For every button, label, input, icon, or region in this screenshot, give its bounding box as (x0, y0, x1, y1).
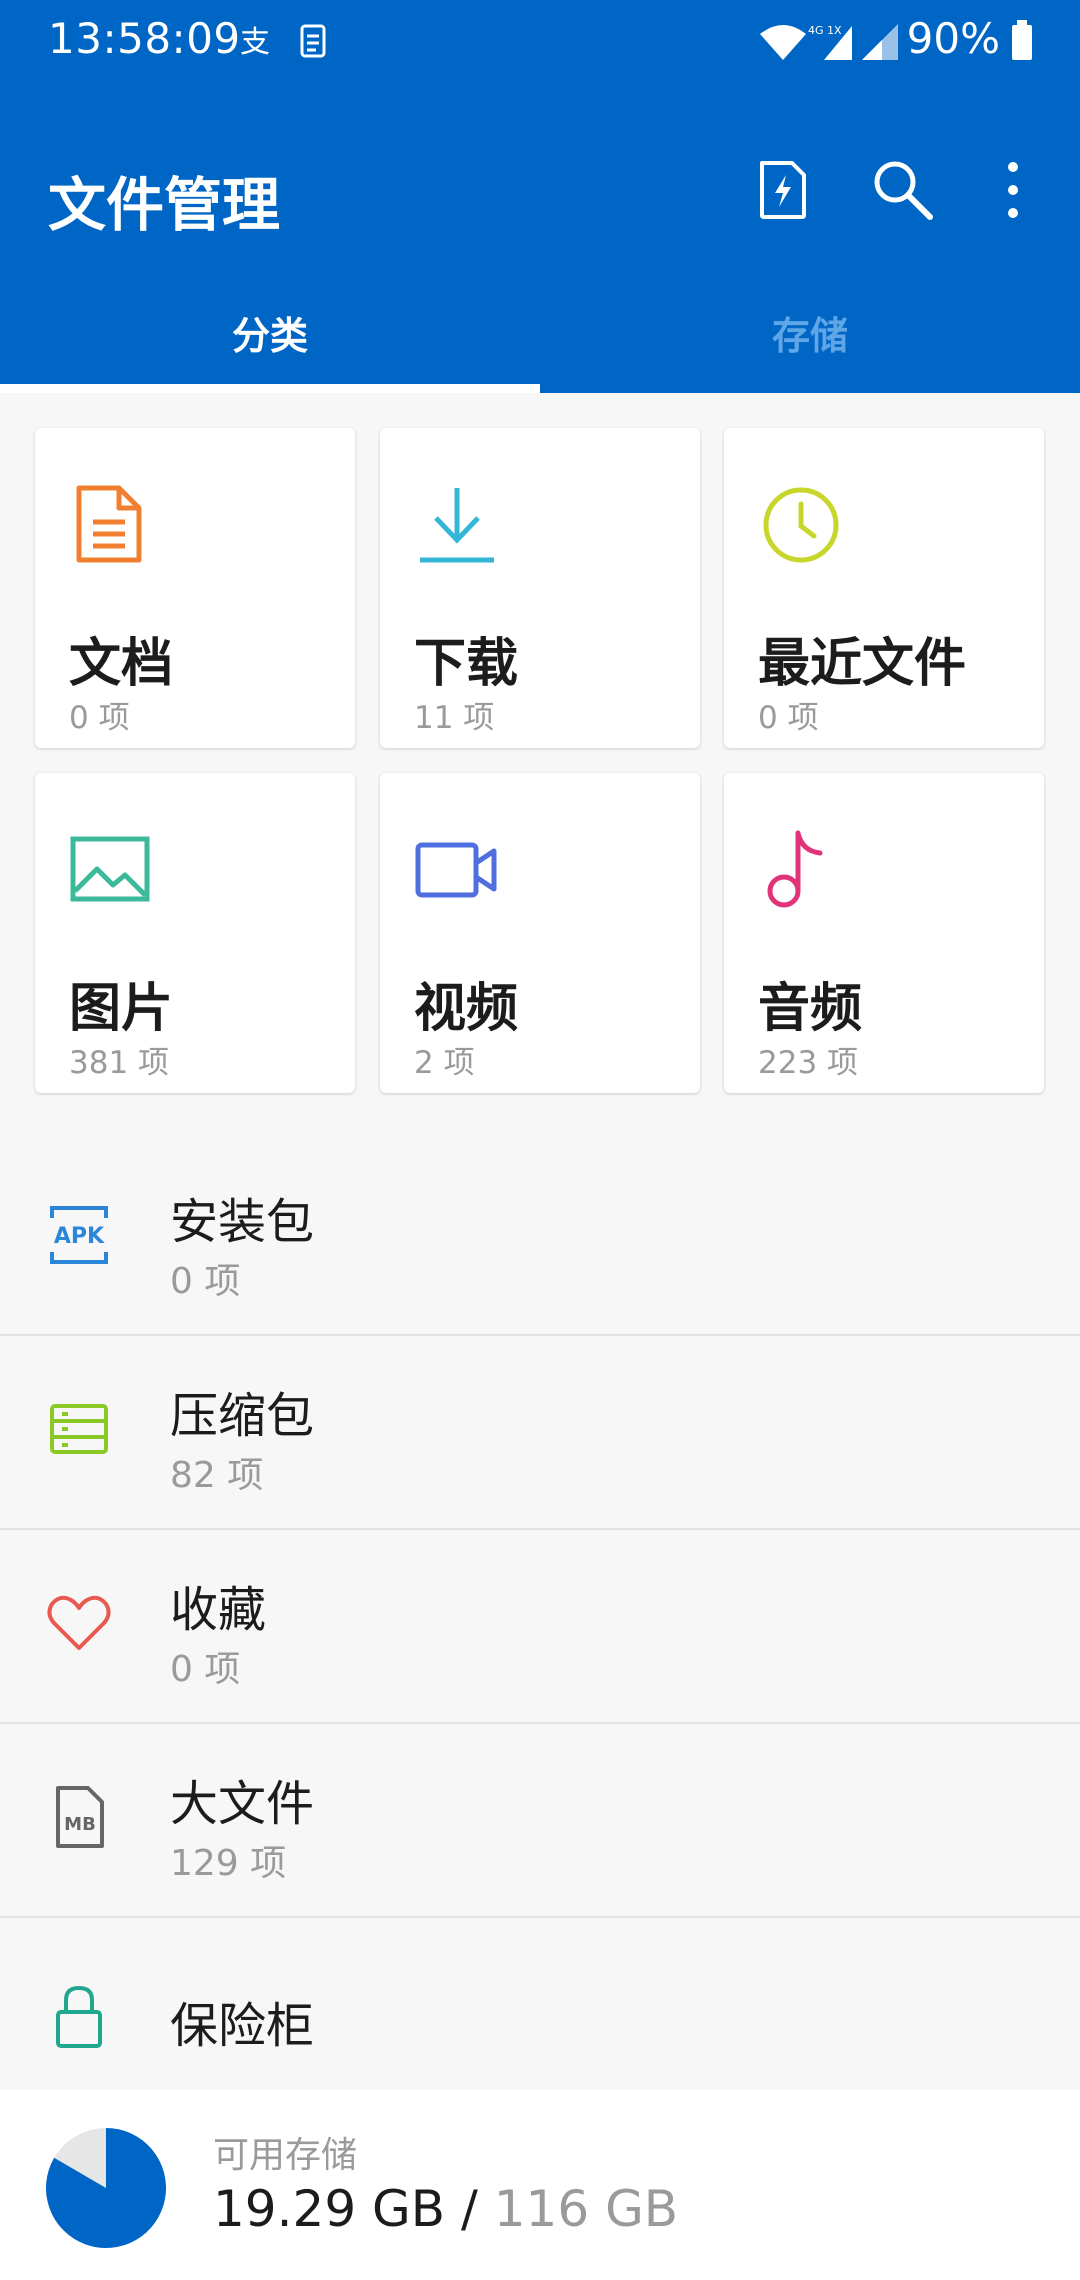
alipay-icon: 支 (240, 25, 270, 58)
category-card-videos[interactable]: 视频 2 项 (380, 773, 700, 1093)
cellular-4g-icon: 4G 1X (808, 24, 852, 60)
list-item-name: 压缩包 (170, 1388, 315, 1444)
tab-indicator (0, 384, 540, 393)
category-count: 2 项 (414, 1045, 475, 1081)
signal-icon (862, 24, 898, 60)
list-item-name: 大文件 (170, 1776, 315, 1832)
battery-icon (1012, 20, 1032, 60)
list-item-apk[interactable]: APK 安装包 0 项 (0, 1142, 1080, 1336)
category-count: 0 项 (758, 700, 819, 736)
category-count: 11 项 (414, 700, 495, 736)
more-options-icon[interactable] (978, 155, 1048, 225)
list-item-name: 保险柜 (170, 1998, 315, 2054)
apk-icon: APK (50, 1206, 108, 1264)
image-icon (70, 836, 150, 902)
svg-text:支: 支 (240, 25, 270, 58)
tab-storage[interactable]: 存储 (540, 305, 1080, 365)
download-icon (420, 488, 494, 563)
archive-icon (50, 1404, 108, 1454)
list-item-name: 收藏 (170, 1582, 267, 1638)
category-card-documents[interactable]: 文档 0 项 (35, 428, 355, 748)
storage-free: 19.29 GB (213, 2180, 446, 2238)
app-bar: 13:58:09 支 4G 1X 90% 文件管理 分类 存储 (0, 0, 1080, 393)
list-item-name: 安装包 (170, 1194, 315, 1250)
storage-separator: / (445, 2180, 494, 2238)
category-name: 文档 (69, 634, 174, 694)
list-item-count: 129 项 (170, 1843, 287, 1884)
list-item-favorites[interactable]: 收藏 0 项 (0, 1530, 1080, 1724)
network-label: 4G 1X (808, 24, 842, 37)
storage-label: 可用存储 (213, 2135, 358, 2176)
page-title: 文件管理 (48, 171, 281, 239)
storage-pie-icon (45, 2128, 166, 2248)
large-file-icon: MB (56, 1786, 104, 1848)
status-time: 13:58:09 (48, 14, 241, 63)
large-file-icon-text: MB (64, 1814, 96, 1835)
wifi-icon (760, 25, 806, 60)
category-name: 视频 (414, 979, 519, 1039)
heart-icon (47, 1595, 111, 1650)
list-item-count: 0 项 (170, 1261, 241, 1302)
list-item-archive[interactable]: 压缩包 82 项 (0, 1336, 1080, 1530)
lock-icon (56, 1985, 102, 2048)
category-card-audio[interactable]: 音频 223 项 (724, 773, 1044, 1093)
quick-clean-icon[interactable] (748, 155, 818, 225)
list-item-count: 82 项 (170, 1455, 264, 1496)
category-count: 0 项 (69, 700, 130, 736)
category-name: 下载 (414, 634, 519, 694)
video-icon (415, 842, 497, 898)
storage-total: 116 GB (493, 2180, 679, 2238)
tab-category[interactable]: 分类 (0, 305, 540, 365)
category-name: 最近文件 (758, 634, 967, 694)
list-item-count: 0 项 (170, 1649, 241, 1690)
clock-icon (763, 487, 839, 563)
list-item-safe[interactable]: 保险柜 (0, 1918, 1080, 2090)
search-icon[interactable] (868, 155, 938, 225)
list-item-large-files[interactable]: MB 大文件 129 项 (0, 1724, 1080, 1918)
category-card-recent[interactable]: 最近文件 0 项 (724, 428, 1044, 748)
document-icon (76, 485, 142, 563)
category-card-downloads[interactable]: 下载 11 项 (380, 428, 700, 748)
category-count: 381 项 (69, 1045, 170, 1081)
storage-values: 19.29 GB / 116 GB (213, 2180, 678, 2238)
category-count: 223 项 (758, 1045, 859, 1081)
category-name: 音频 (758, 979, 863, 1039)
apk-icon-text: APK (54, 1224, 105, 1249)
music-icon (767, 830, 823, 908)
battery-percent: 90% (906, 14, 1000, 63)
category-name: 图片 (69, 979, 174, 1039)
category-card-images[interactable]: 图片 381 项 (35, 773, 355, 1093)
storage-summary[interactable]: 可用存储 19.29 GB / 116 GB (0, 2090, 1080, 2280)
clipboard-icon (300, 24, 326, 58)
status-bar: 13:58:09 支 4G 1X 90% (0, 0, 1080, 80)
